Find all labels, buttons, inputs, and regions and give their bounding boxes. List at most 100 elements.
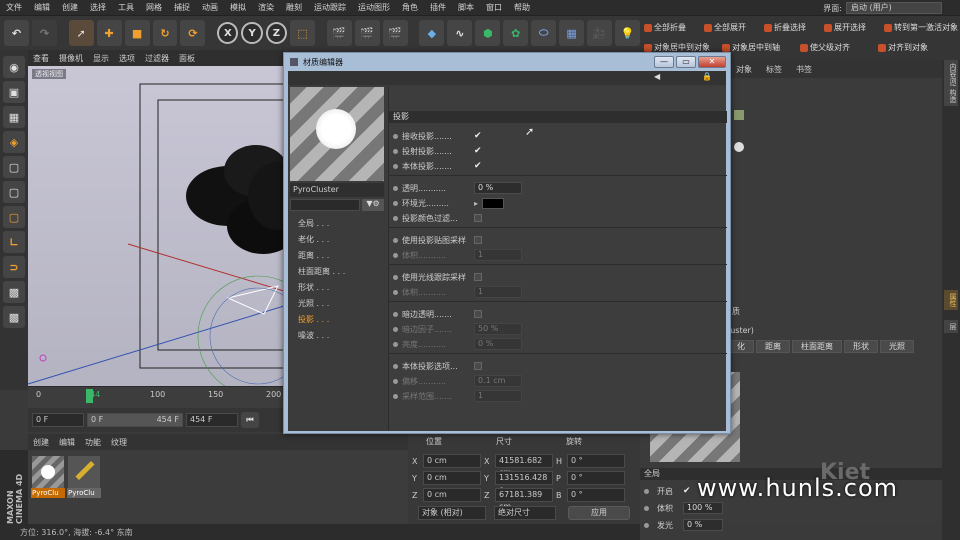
make-editable-icon[interactable]: ◉ [3,56,25,78]
menu-item[interactable]: 工具 [112,2,140,13]
side-tab[interactable]: 属性 [944,290,958,310]
menu-item[interactable]: 脚本 [452,2,480,13]
parameter-field[interactable]: 1 [474,286,522,298]
workplane-icon[interactable]: ◈ [3,131,25,153]
attribute-tab[interactable]: 形状 [844,340,878,353]
material-label-1[interactable]: PyroClu [31,488,65,498]
texture-mode-icon[interactable]: ▦ [3,106,25,128]
attribute-value[interactable]: 0 % [683,519,723,531]
end-frame-field[interactable]: 454 F [186,413,238,427]
object-manager-align-button[interactable]: 对齐到对象 [878,42,928,53]
menu-item[interactable]: 动画 [196,2,224,13]
object-manager-action-button[interactable]: 全部折叠 [644,22,686,33]
parameter-field[interactable]: 0 % [474,182,522,194]
material-menu-item[interactable]: 编辑 [54,437,80,448]
menu-item[interactable]: 网格 [140,2,168,13]
deformer-icon[interactable]: ⬭ [531,20,557,46]
material-name-input[interactable] [290,199,360,211]
lock-workplane-icon[interactable]: ▩ [3,306,25,328]
material-tag-icon[interactable] [734,142,744,152]
nav-back-icon[interactable]: ◀ [654,72,660,81]
material-preview-2[interactable] [68,456,100,488]
parameter-field[interactable]: 1 [474,390,522,402]
current-frame-field[interactable]: 0 F [32,413,84,427]
viewport-menu-item[interactable]: 面板 [174,53,200,64]
parameter-checkbox[interactable]: ✔ [474,161,483,171]
coord-rot-field[interactable]: 0 ° [567,488,625,502]
menu-item[interactable]: 帮助 [508,2,536,13]
undo-icon[interactable]: ↶ [4,20,29,46]
side-tab[interactable]: 构造 [944,86,958,106]
object-manager-action-button[interactable]: 展开选择 [824,22,866,33]
move-tool-icon[interactable]: ✚ [96,20,122,46]
polygons-mode-icon[interactable]: ▢ [3,206,25,228]
coord-size-field[interactable]: 41581.682 cm [495,454,553,477]
attribute-tab[interactable]: 柱面距离 [792,340,842,353]
object-manager-action-button[interactable]: 转到第一激活对象 [884,22,958,33]
rotate-tool-icon[interactable]: ↻ [152,20,178,46]
snap-icon[interactable]: ⊃ [3,256,25,278]
axis-y-button[interactable]: Y [241,22,263,44]
parameter-checkbox[interactable] [474,273,482,281]
coord-rot-field[interactable]: 0 ° [567,471,625,485]
edges-mode-icon[interactable]: ▢ [3,181,25,203]
light-icon[interactable]: 💡 [615,20,641,46]
soft-selection-icon[interactable]: ▩ [3,281,25,303]
subdivision-icon[interactable]: ⬢ [475,20,501,46]
parameter-checkbox[interactable] [474,362,482,370]
object-menu-item[interactable]: 标签 [766,64,782,75]
channel-item[interactable]: 老化 . . . [298,233,329,247]
menu-item[interactable]: 模拟 [224,2,252,13]
menu-item[interactable]: 窗口 [480,2,508,13]
object-menu-item[interactable]: 书签 [796,64,812,75]
maximize-button[interactable]: ▭ [676,56,696,68]
viewport-perspective[interactable]: 透视视图 [28,66,284,386]
menu-item[interactable]: 选择 [84,2,112,13]
channel-item[interactable]: 噪波 . . . [298,329,329,343]
viewport-menu-item[interactable]: 过滤器 [140,53,174,64]
close-button[interactable]: ✕ [698,56,726,68]
coord-pos-field[interactable]: 0 cm [423,488,481,502]
channel-item[interactable]: 柱面距离 . . . [298,265,345,279]
material-menu-item[interactable]: 创建 [28,437,54,448]
goto-start-icon[interactable]: ⏮ [241,412,259,428]
render-view-icon[interactable]: 🎬 [326,20,352,46]
axis-mode-icon[interactable]: ∟ [3,231,25,253]
coord-pos-field[interactable]: 0 cm [423,454,481,468]
axis-x-button[interactable]: X [217,22,239,44]
parameter-field[interactable]: 50 % [474,323,522,335]
object-tag-icon[interactable] [734,110,744,120]
layout-select[interactable]: 启动 (用户) [846,2,942,14]
parameter-field[interactable]: 1 [474,249,522,261]
redo-icon[interactable]: ↷ [31,20,57,46]
render-settings-icon[interactable]: 🎬 [382,20,408,46]
coord-size-field[interactable]: 131516.428 c [495,471,553,494]
material-menu-item[interactable]: 纹理 [106,437,132,448]
material-options-icon[interactable]: ▼⚙ [362,199,384,211]
floor-icon[interactable]: ▦ [559,20,585,46]
select-tool-icon[interactable]: ➚ [68,20,94,46]
menu-item[interactable]: 创建 [56,2,84,13]
menu-item[interactable]: 角色 [396,2,424,13]
menu-item[interactable]: 运动图形 [352,2,396,13]
camera-icon[interactable]: 🎥 [587,20,613,46]
material-preview[interactable] [290,87,384,181]
menu-item[interactable]: 运动跟踪 [308,2,352,13]
object-manager-action-button[interactable]: 折叠选择 [764,22,806,33]
parameter-checkbox[interactable] [474,214,482,222]
viewport-menu-item[interactable]: 查看 [28,53,54,64]
attribute-tab[interactable]: 化 [728,340,754,353]
object-menu-item[interactable]: 对象 [736,64,752,75]
parameter-checkbox[interactable] [474,236,482,244]
coord-pos-field[interactable]: 0 cm [423,471,481,485]
parameter-checkbox[interactable]: ✔ [474,131,483,141]
parameter-checkbox[interactable]: ✔ [474,146,483,156]
object-manager-action-button[interactable]: 全部展开 [704,22,746,33]
channel-item[interactable]: 距离 . . . [298,249,329,263]
coord-rot-field[interactable]: 0 ° [567,454,625,468]
timeline-ruler[interactable]: 0 44 100 150 200 [28,386,284,408]
parameter-field[interactable]: 0.1 cm [474,375,522,387]
parameter-color-swatch[interactable] [482,197,505,209]
viewport-menu-item[interactable]: 摄像机 [54,53,88,64]
cube-icon[interactable]: ◆ [419,20,445,46]
